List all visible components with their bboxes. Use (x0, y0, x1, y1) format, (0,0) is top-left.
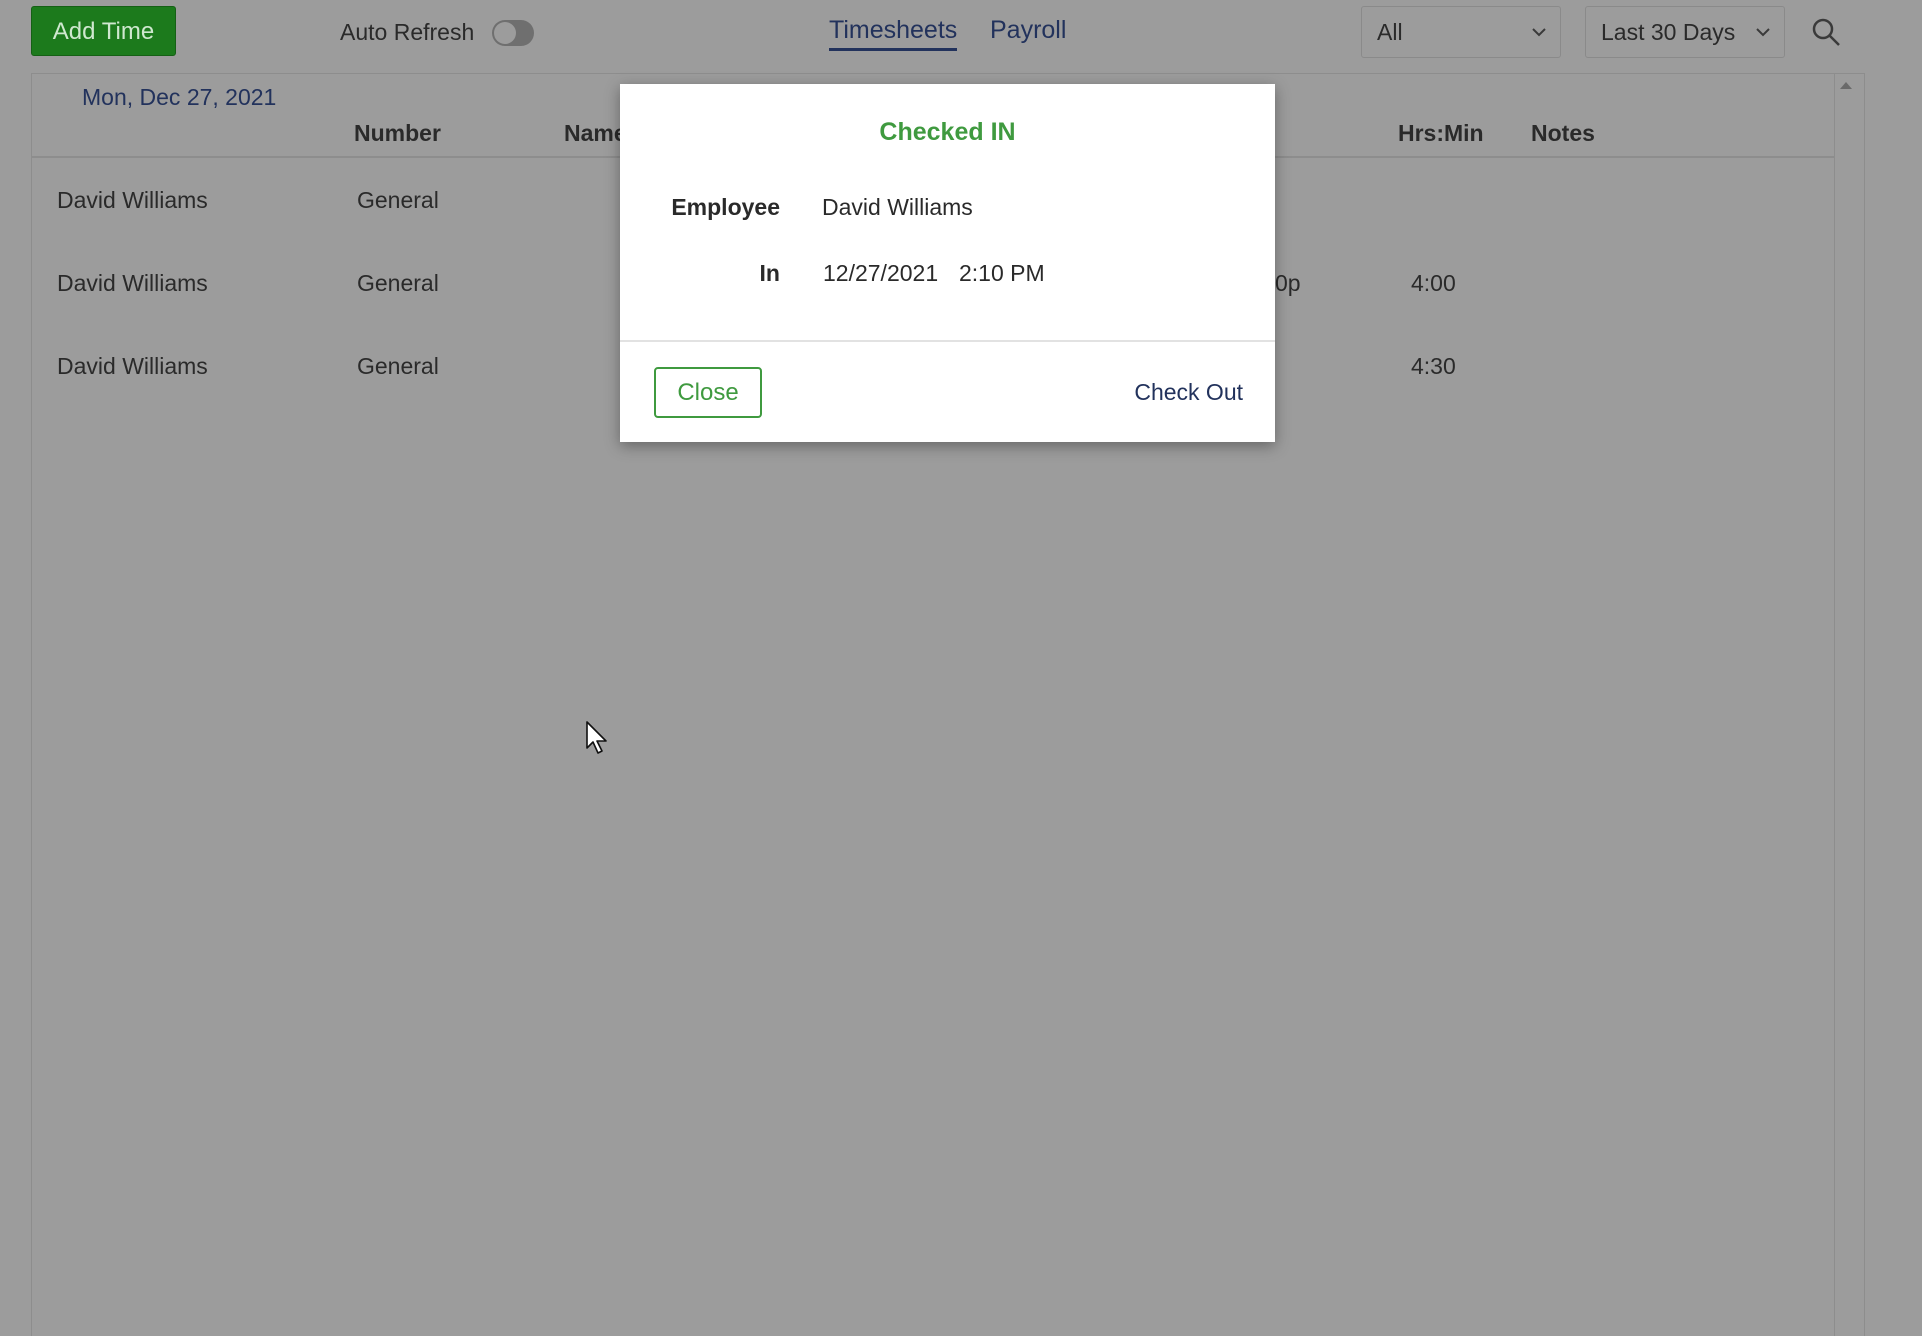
tab-timesheets[interactable]: Timesheets (829, 14, 958, 51)
top-toolbar: Add Time Auto Refresh Timesheets Payroll… (0, 0, 1922, 70)
row-employee: David Williams (57, 353, 208, 379)
scrollbar[interactable] (1834, 73, 1864, 1336)
column-header-hrs-min[interactable]: Hrs:Min (1398, 120, 1484, 147)
row-number: General (357, 270, 439, 296)
in-time-value: 2:10 PM (959, 260, 1045, 286)
dialog-divider (620, 340, 1275, 342)
row-employee: David Williams (57, 270, 208, 296)
close-button[interactable]: Close (654, 367, 762, 418)
auto-refresh-label: Auto Refresh (340, 19, 475, 45)
filter-select-value: All (1377, 19, 1403, 45)
chevron-down-icon (1532, 28, 1546, 37)
row-hrs-min: 4:00 (1411, 270, 1456, 296)
employee-value: David Williams (822, 194, 973, 220)
in-date-value: 12/27/2021 (823, 260, 939, 286)
auto-refresh-toggle[interactable] (492, 20, 534, 46)
date-range-select-value: Last 30 Days (1601, 19, 1736, 45)
filter-select[interactable]: All (1361, 6, 1561, 58)
column-header-name[interactable]: Name (564, 120, 627, 147)
column-header-notes[interactable]: Notes (1531, 120, 1595, 147)
toggle-knob (494, 22, 516, 44)
chevron-down-icon (1756, 28, 1770, 37)
employee-label: Employee (671, 194, 780, 220)
row-hrs-min: 4:30 (1411, 353, 1456, 379)
tab-payroll[interactable]: Payroll (990, 14, 1066, 46)
add-time-button[interactable]: Add Time (31, 6, 176, 56)
day-group-date: Mon, Dec 27, 2021 (82, 84, 277, 110)
search-icon[interactable] (1810, 16, 1842, 48)
date-range-select[interactable]: Last 30 Days (1585, 6, 1785, 58)
in-label: In (759, 260, 780, 286)
row-employee: David Williams (57, 187, 208, 213)
check-out-link[interactable]: Check Out (1134, 379, 1243, 406)
row-time-fragment: 0p (1275, 270, 1301, 296)
dialog-title: Checked IN (879, 118, 1016, 146)
row-number: General (357, 353, 439, 379)
scroll-up-icon[interactable] (1840, 82, 1852, 89)
column-header-number[interactable]: Number (354, 120, 441, 147)
checked-in-dialog: Checked IN Employee David Williams In 12… (620, 84, 1275, 442)
mouse-pointer-icon (586, 721, 607, 754)
row-number: General (357, 187, 439, 213)
